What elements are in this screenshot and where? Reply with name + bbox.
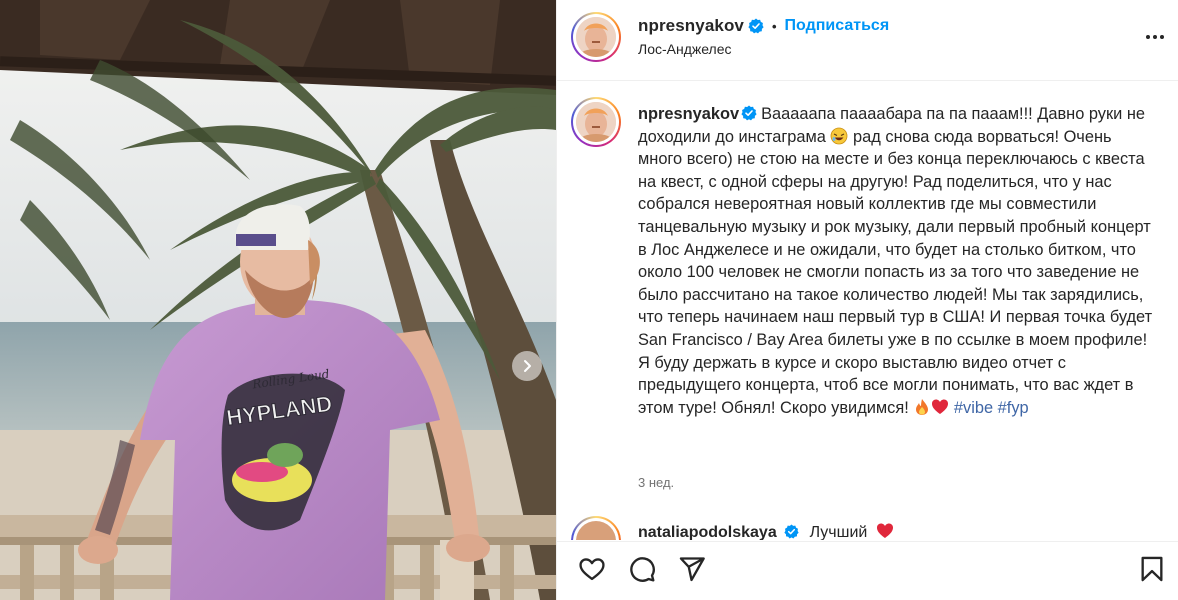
post-actions-bar [557, 541, 1178, 600]
bookmark-icon [1141, 556, 1163, 582]
comment-row: nataliapodolskaya Лучший [557, 516, 1178, 540]
post-location[interactable]: Лос-Анджелес [638, 41, 732, 57]
follow-button[interactable]: Подписаться [785, 17, 890, 35]
speech-bubble-icon [630, 557, 655, 582]
chevron-right-icon [524, 360, 531, 372]
post-photo-image: Rolling Loud HYPLAND [0, 0, 556, 600]
more-options-button[interactable] [1141, 25, 1169, 49]
author-username[interactable]: npresnyakov [638, 16, 744, 36]
post-photo[interactable]: Rolling Loud HYPLAND [0, 0, 556, 600]
post-side-panel: npresnyakov • Подписаться Лос-Анджелес n… [556, 0, 1178, 600]
post-timestamp[interactable]: 3 нед. [638, 475, 674, 490]
save-button[interactable] [1135, 552, 1169, 586]
hashtag-link[interactable]: #vibe [954, 399, 993, 417]
post-caption: npresnyakov Вааааапа паааабара па па пааа… [638, 103, 1158, 419]
commenter-avatar[interactable] [571, 516, 621, 540]
verified-badge-icon [784, 524, 799, 539]
share-button[interactable] [675, 552, 709, 586]
verified-badge-icon [741, 105, 757, 121]
carousel-next-button[interactable] [512, 351, 542, 381]
author-avatar[interactable] [571, 12, 621, 62]
red-heart-emoji-icon [876, 523, 893, 538]
ellipsis-icon [1146, 35, 1150, 39]
caption-username[interactable]: npresnyakov [638, 105, 739, 123]
header-separator: • [771, 18, 777, 34]
fire-emoji-icon [916, 398, 929, 415]
caption-text-part2: рад снова сюда ворваться! Очень много вс… [638, 127, 1153, 417]
post-header: npresnyakov • Подписаться Лос-Анджелес [557, 0, 1178, 81]
laughing-emoji-icon [831, 127, 848, 144]
comment-button[interactable] [625, 552, 659, 586]
hashtag-link[interactable]: #fyp [998, 399, 1029, 417]
commenter-username[interactable]: nataliapodolskaya [638, 524, 777, 540]
paper-plane-icon [679, 557, 705, 582]
like-button[interactable] [575, 552, 609, 586]
comment-body: Лучший [809, 524, 868, 540]
caption-author-avatar[interactable] [571, 97, 621, 147]
caption-area: npresnyakov Вааааапа паааабара па па пааа… [557, 82, 1178, 502]
heart-icon [579, 558, 605, 581]
verified-badge-icon [748, 18, 764, 34]
red-heart-emoji-icon [932, 399, 949, 414]
comment-text: nataliapodolskaya Лучший [638, 522, 894, 540]
